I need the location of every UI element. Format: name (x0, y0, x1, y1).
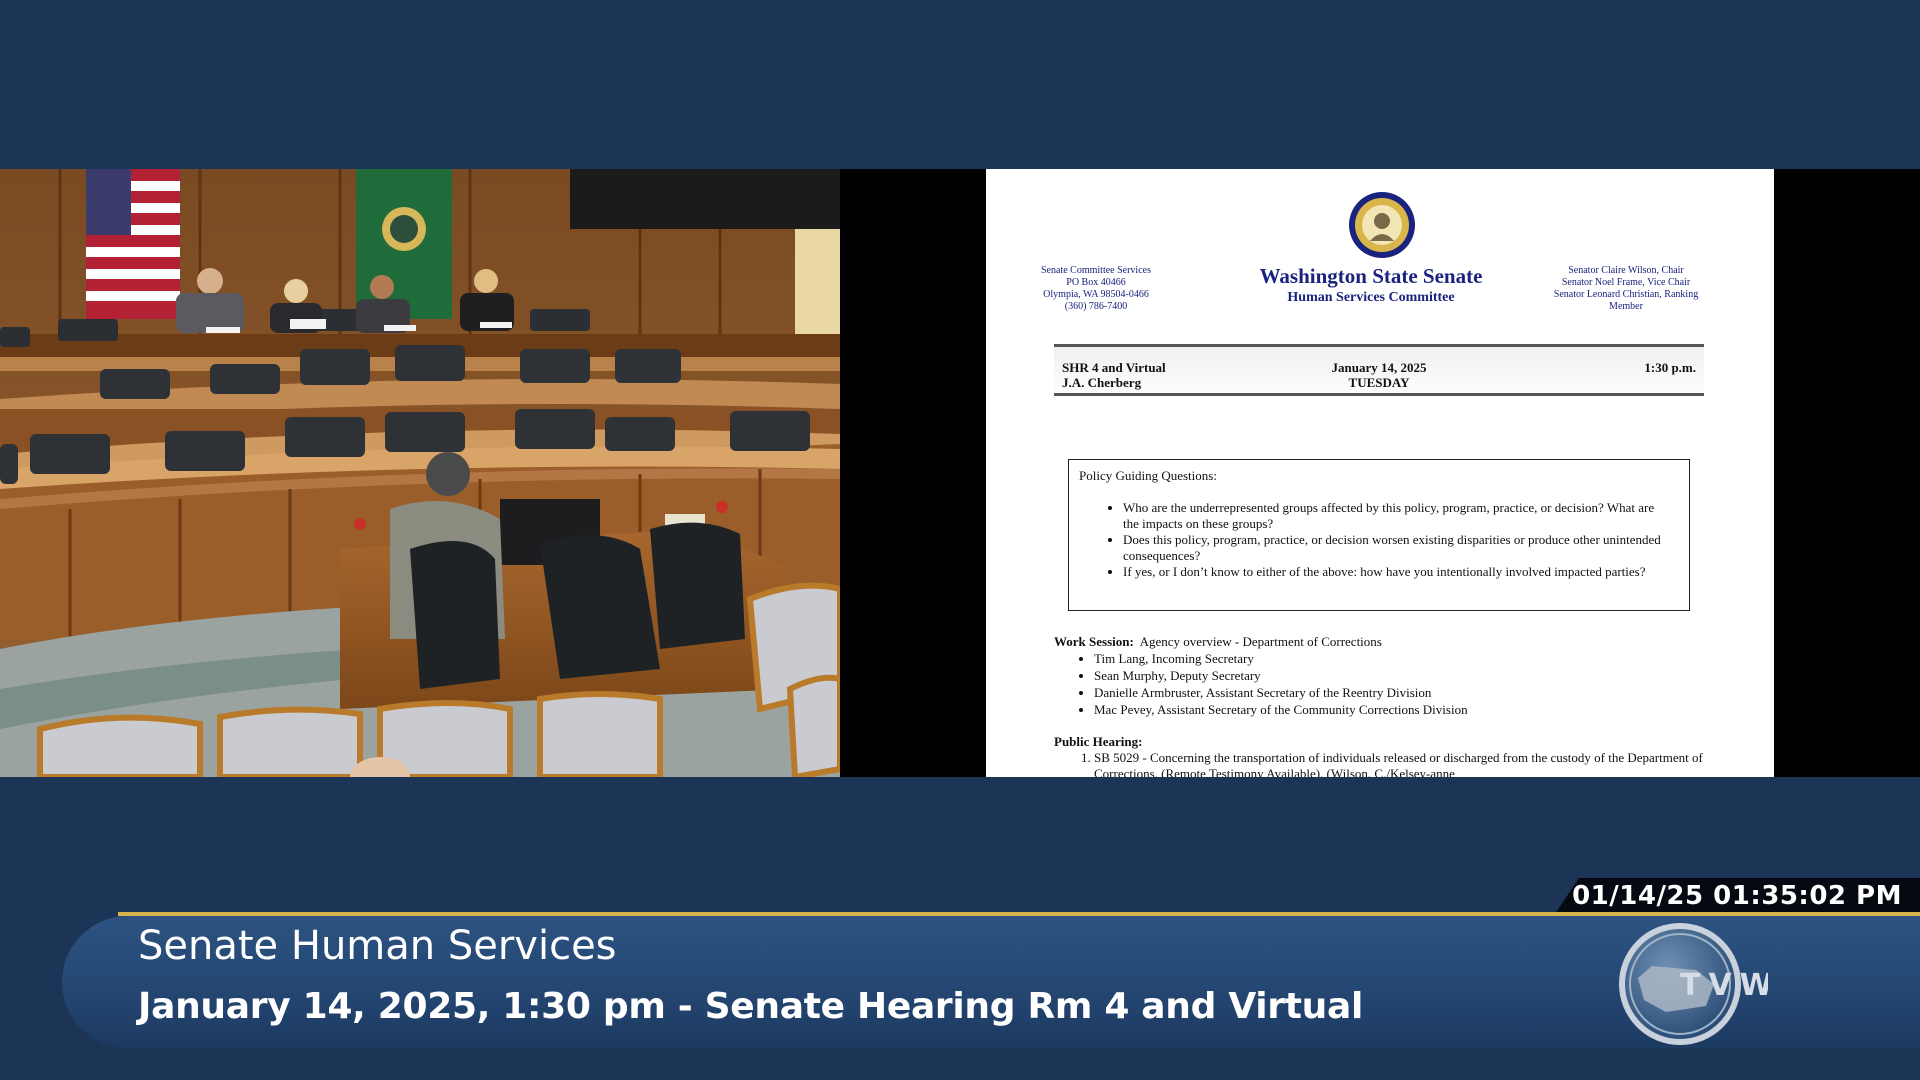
tvw-logo-text: TVW (1680, 968, 1768, 1003)
camera-feed (0, 169, 840, 777)
meeting-info-band: SHR 4 and Virtual J.A. Cherberg January … (1054, 344, 1704, 396)
member-line: Senator Leonard Christian, Ranking (1553, 289, 1699, 300)
program-title: Senate Human Services (138, 923, 617, 969)
member-line: Member (1609, 301, 1643, 312)
policy-questions-box: Policy Guiding Questions: Who are the un… (1068, 459, 1690, 611)
location-line-1: SHR 4 and Virtual (1062, 360, 1166, 375)
document-subtitle: Human Services Committee (1287, 290, 1455, 305)
document-title: Washington State Senate (1259, 264, 1483, 288)
policy-questions-title: Policy Guiding Questions: (1079, 468, 1217, 483)
state-seal-icon (1349, 192, 1415, 258)
work-session-item: Sean Murphy, Deputy Secretary (1094, 667, 1734, 684)
work-session-topic: Agency overview - Department of Correcti… (1139, 634, 1382, 649)
committee-services-address: Senate Committee Services PO Box 40466 O… (1026, 265, 1166, 313)
timestamp-tab: 01/14/25 01:35:02 PM (1555, 878, 1920, 914)
work-session-section: Work Session: Agency overview - Departme… (1054, 633, 1734, 718)
agenda-document: Senate Committee Services PO Box 40466 O… (986, 169, 1774, 777)
document-feed: Senate Committee Services PO Box 40466 O… (840, 169, 1920, 777)
public-hearing-section: Public Hearing: SB 5029 - Concerning the… (1054, 734, 1734, 777)
tvw-logo-icon: TVW (1619, 923, 1768, 1045)
committee-members: Senator Claire Wilson, Chair Senator Noe… (1546, 265, 1706, 313)
work-session-item: Danielle Armbruster, Assistant Secretary… (1094, 684, 1734, 701)
work-session-label: Work Session: (1054, 634, 1134, 649)
broadcast-timestamp: 01/14/25 01:35:02 PM (1572, 881, 1902, 911)
program-details: January 14, 2025, 1:30 pm - Senate Heari… (138, 986, 1364, 1027)
address-line: (360) 786-7400 (1064, 301, 1128, 312)
public-hearing-list: SB 5029 - Concerning the transportation … (1054, 750, 1734, 777)
member-line: Senator Claire Wilson, Chair (1568, 265, 1684, 276)
member-line: Senator Noel Frame, Vice Chair (1561, 277, 1691, 288)
work-session-item: Tim Lang, Incoming Secretary (1094, 650, 1734, 667)
public-hearing-item: SB 5029 - Concerning the transportation … (1094, 750, 1734, 777)
meeting-time: 1:30 p.m. (1644, 360, 1696, 375)
policy-question: If yes, or I don’t know to either of the… (1123, 564, 1663, 580)
public-hearing-label: Public Hearing: (1054, 734, 1143, 749)
meeting-day: TUESDAY (1348, 375, 1410, 390)
work-session-item: Mac Pevey, Assistant Secretary of the Co… (1094, 701, 1734, 718)
work-session-list: Tim Lang, Incoming Secretary Sean Murphy… (1054, 650, 1734, 718)
policy-questions-list: Who are the underrepresented groups affe… (1109, 500, 1663, 580)
policy-question: Who are the underrepresented groups affe… (1123, 500, 1663, 532)
address-line: PO Box 40466 (1066, 277, 1126, 288)
hearing-room-image (0, 169, 840, 777)
location-line-2: J.A. Cherberg (1062, 375, 1142, 390)
address-line: Senate Committee Services (1041, 265, 1151, 276)
address-line: Olympia, WA 98504-0466 (1043, 289, 1149, 300)
policy-question: Does this policy, program, practice, or … (1123, 532, 1663, 564)
meeting-date: January 14, 2025 (1331, 360, 1427, 375)
